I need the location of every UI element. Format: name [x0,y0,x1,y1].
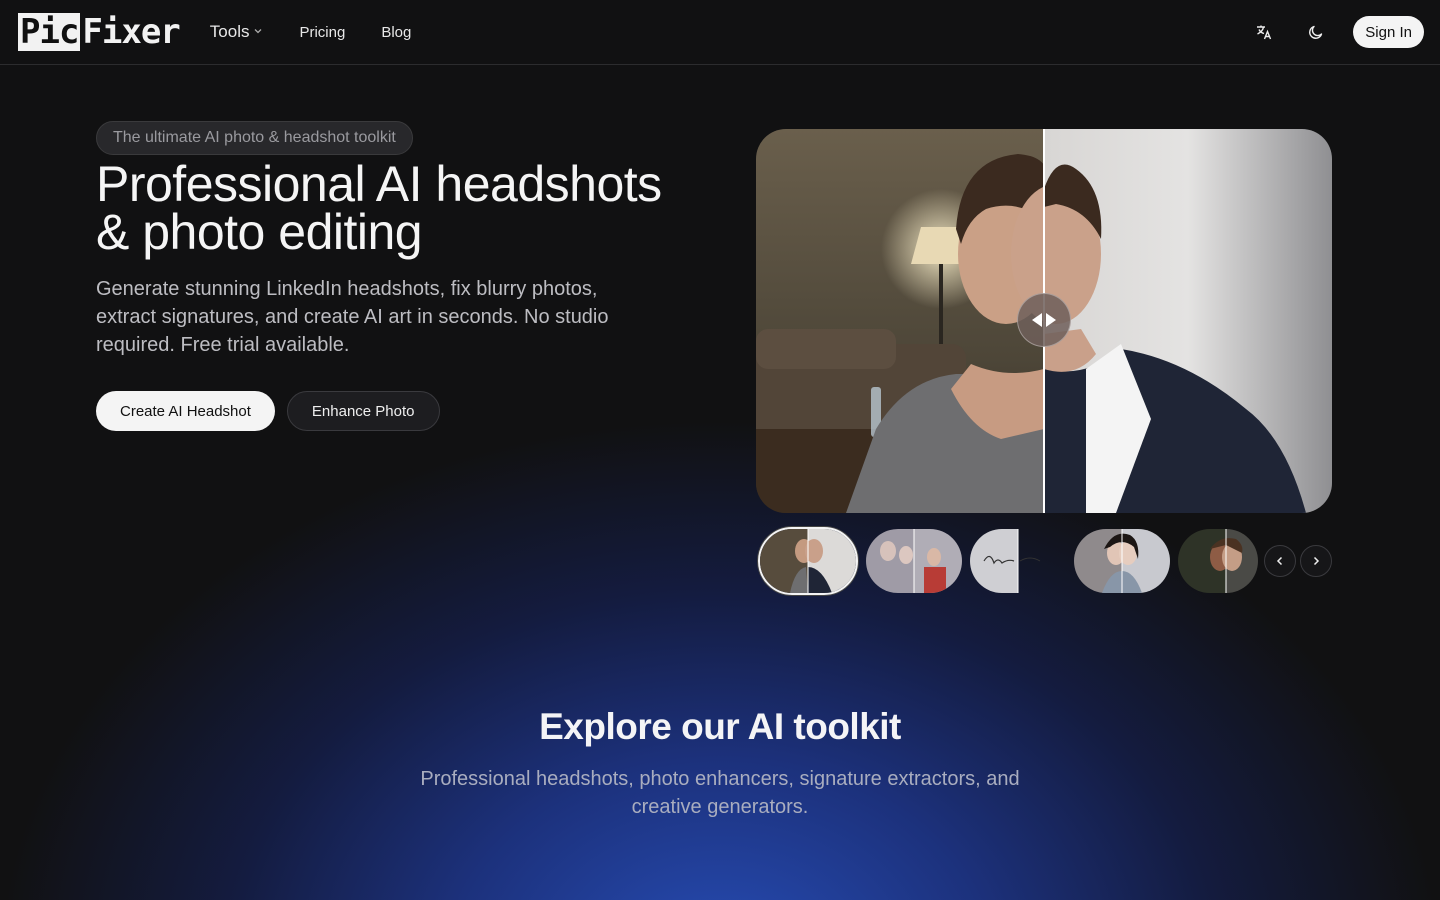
nav-blog[interactable]: Blog [381,24,411,41]
logo[interactable]: Pic Fixer [18,12,181,52]
chevron-left-icon [1276,556,1283,566]
hero-title-line2: & photo editing [96,204,423,260]
thumbnail-signature[interactable] [970,529,1066,593]
arrow-left-icon [1032,313,1042,327]
arrow-right-icon [1046,313,1056,327]
main-nav: Tools Pricing Blog [210,22,412,42]
thumbnail-carousel [758,527,1258,595]
chevron-right-icon [1313,556,1320,566]
hero-buttons: Create AI Headshot Enhance Photo [96,391,440,431]
hero-title: Professional AI headshots & photo editin… [96,159,736,257]
create-ai-headshot-button[interactable]: Create AI Headshot [96,391,275,431]
site-header: Pic Fixer Tools Pricing Blog Sign In [0,0,1440,65]
thumbnail-headshot[interactable] [758,527,858,595]
comparison-slider-handle[interactable] [1017,293,1071,347]
sign-in-button[interactable]: Sign In [1353,16,1424,48]
hero-badge: The ultimate AI photo & headshot toolkit [96,121,413,155]
enhance-photo-button[interactable]: Enhance Photo [286,391,440,431]
nav-tools[interactable]: Tools [210,22,264,42]
nav-tools-label: Tools [209,22,250,41]
translate-icon[interactable] [1249,17,1279,47]
section-title: Explore our AI toolkit [539,706,901,747]
thumbnail-family-photo[interactable] [866,529,962,593]
moon-icon[interactable] [1301,17,1331,47]
logo-fixer: Fixer [82,12,180,52]
header-actions: Sign In [1249,16,1424,48]
nav-pricing[interactable]: Pricing [299,24,345,41]
hero-subtitle: Generate stunning LinkedIn headshots, fi… [96,278,609,356]
carousel-prev-button[interactable] [1264,545,1296,577]
section-subtitle: Professional headshots, photo enhancers,… [420,768,1020,818]
chevron-down-icon [253,26,263,39]
carousel-next-button[interactable] [1300,545,1332,577]
thumbnail-portrait[interactable] [1074,529,1170,593]
thumbnail-face-restore[interactable] [1178,529,1258,593]
logo-pic: Pic [18,12,81,52]
